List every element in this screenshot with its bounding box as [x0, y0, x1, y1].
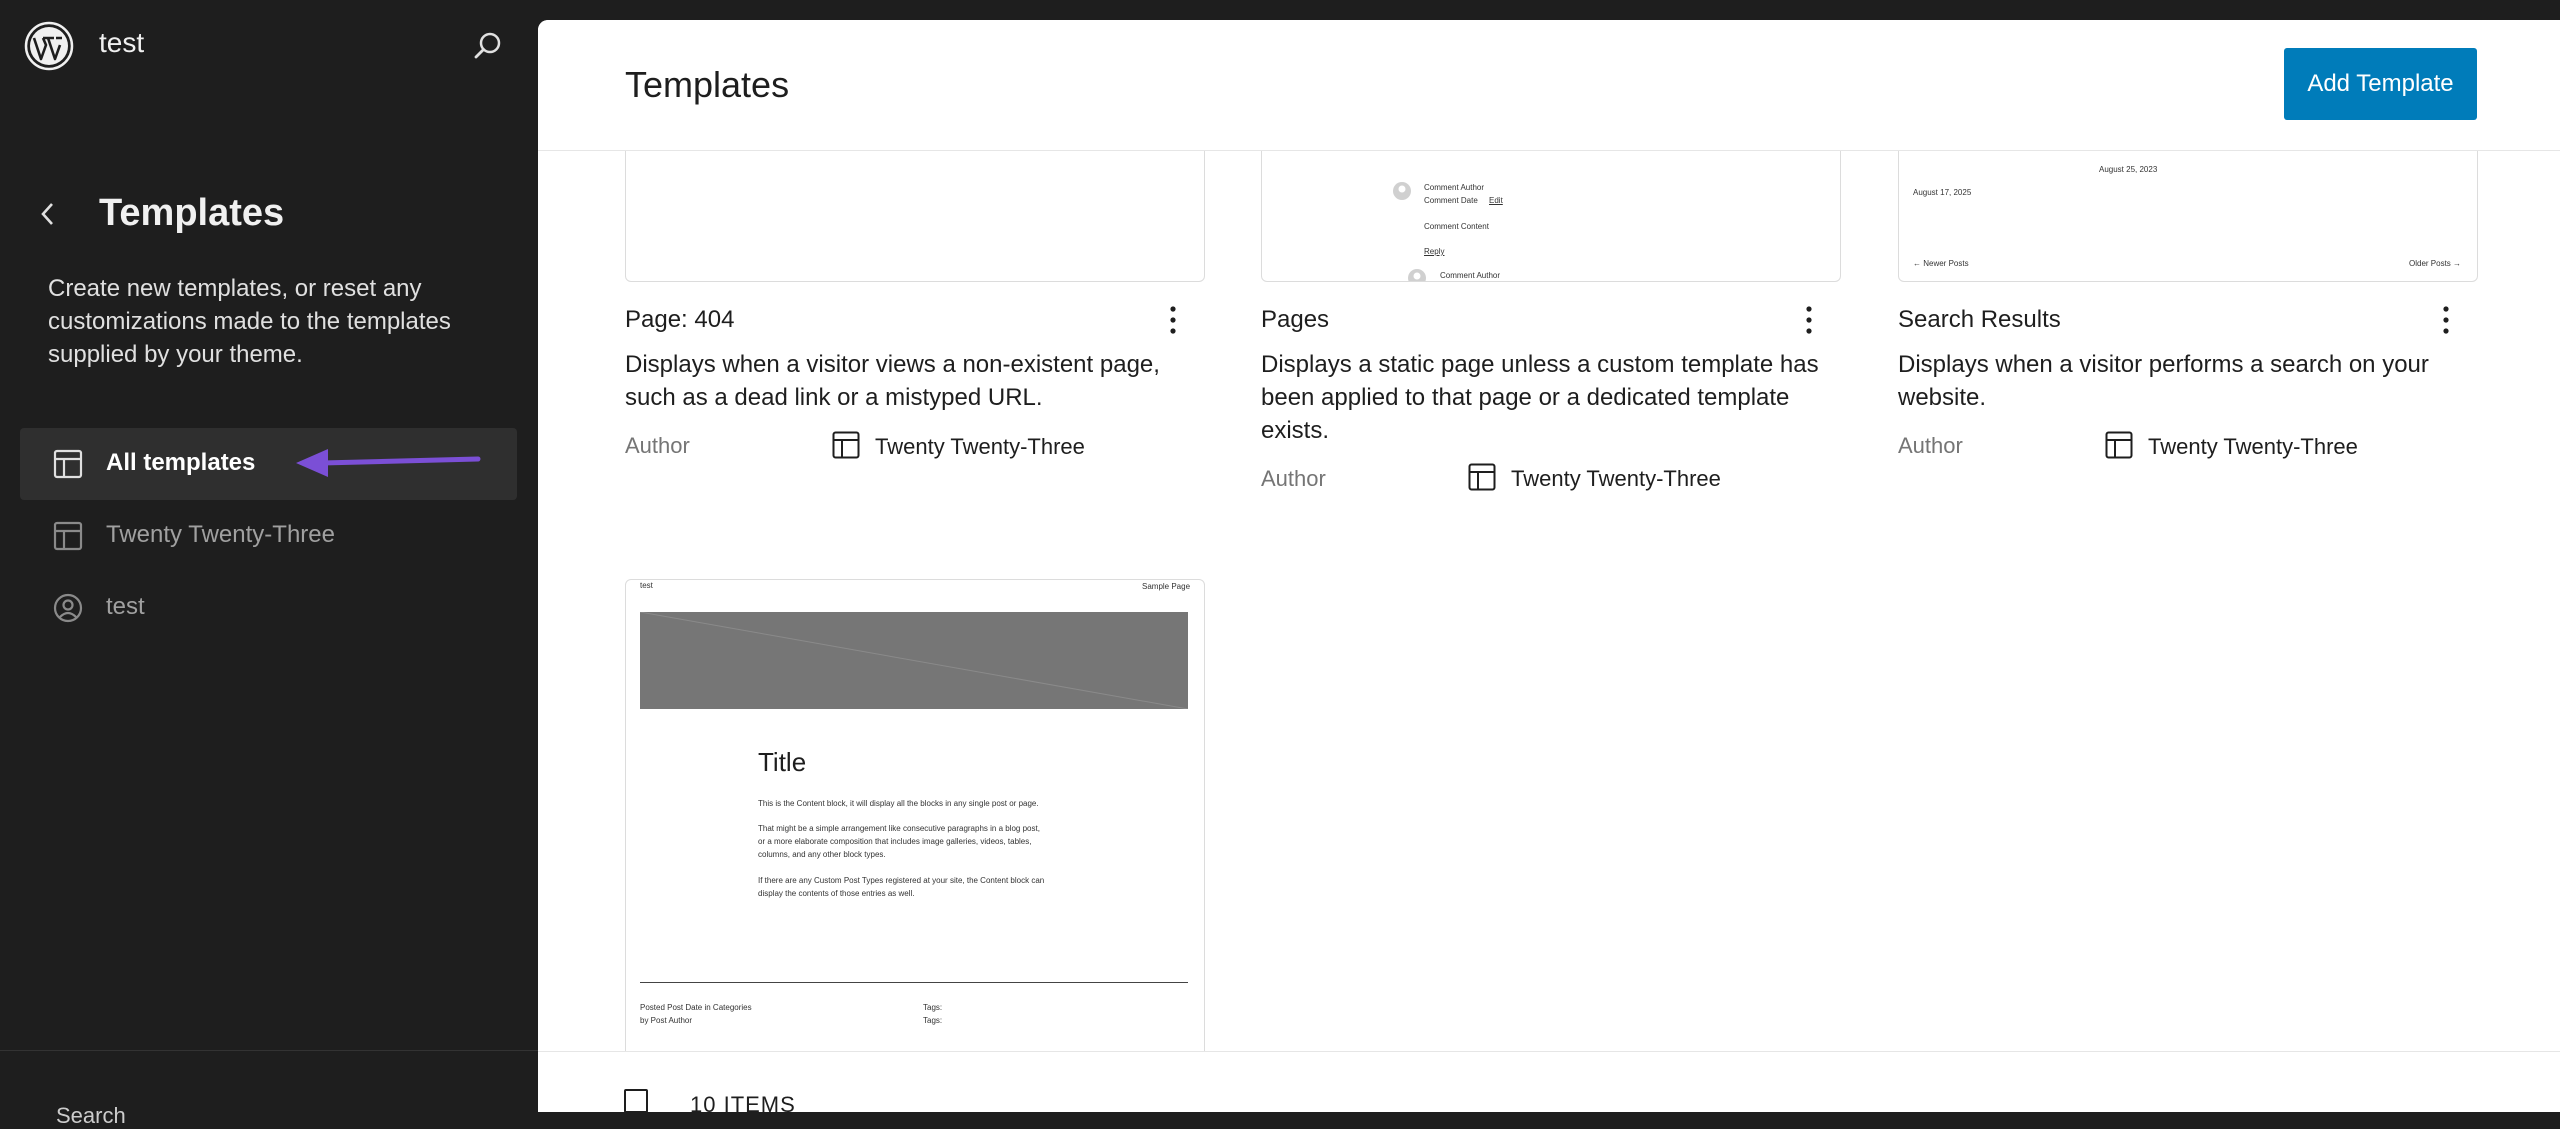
wordpress-logo-icon[interactable] [24, 21, 74, 71]
template-author-label: Author [1898, 433, 1963, 458]
preview-post-meta: Posted Post Date in Categories [640, 1003, 752, 1012]
sidebar-description: Create new templates, or reset any custo… [48, 275, 451, 368]
list-footer: 10 ITEMS [538, 1051, 2560, 1112]
site-name[interactable]: test [99, 27, 144, 59]
chevron-left-icon[interactable] [34, 196, 62, 232]
template-description: Displays a static page unless a custom t… [1261, 351, 1819, 444]
layout-icon [832, 431, 860, 459]
annotation-arrow-icon [296, 449, 481, 477]
preview-paragraph: display the contents of those entries as… [758, 889, 915, 898]
sidebar: test Templates Create new templates, or … [0, 0, 538, 1128]
template-author-label: Author [1261, 466, 1326, 491]
sidebar-item-test[interactable]: test [20, 572, 517, 644]
preview-separator [640, 982, 1188, 983]
preview-paragraph: That might be a simple arrangement like … [758, 824, 1040, 833]
template-author-label: Author [625, 433, 690, 458]
layout-icon [53, 449, 83, 479]
template-theme: Twenty Twenty-Three [2148, 434, 2358, 459]
preview-paragraph: or a more elaborate composition that inc… [758, 837, 1032, 846]
featured-image-placeholder [640, 612, 1188, 709]
preview-tags: Tags: [923, 1016, 943, 1025]
sidebar-item-label: Twenty Twenty-Three [106, 521, 335, 548]
template-description: Displays when a visitor performs a searc… [1898, 351, 2429, 411]
template-title[interactable]: Page: 404 [625, 306, 734, 334]
preview-site-title: test [640, 581, 653, 590]
layout-icon [53, 521, 83, 551]
more-options-icon[interactable] [1163, 302, 1183, 338]
avatar-icon [1393, 182, 1411, 200]
template-title[interactable]: Search Results [1898, 306, 2061, 334]
sidebar-footer-search[interactable]: Search [56, 1103, 126, 1129]
avatar-icon [1408, 269, 1426, 281]
template-theme: Twenty Twenty-Three [875, 434, 1085, 459]
user-circle-icon [53, 593, 83, 623]
sidebar-item-twenty-twenty-three[interactable]: Twenty Twenty-Three [20, 500, 517, 572]
sidebar-item-label: All templates [106, 449, 256, 476]
main-panel: Templates Add Template Page: 404 Display… [538, 20, 2560, 1112]
preview-edit-link: Edit [1489, 196, 1503, 205]
page-header: Templates Add Template [538, 20, 2560, 151]
template-description: Displays when a visitor views a non-exis… [625, 351, 1160, 411]
layout-icon [2105, 431, 2133, 459]
preview-comment-content: Comment Content [1424, 222, 1489, 231]
preview-paragraph: If there are any Custom Post Types regis… [758, 876, 1045, 885]
preview-comment-author: Comment Author [1424, 183, 1485, 192]
add-template-button[interactable]: Add Template [2284, 48, 2477, 120]
page-title: Templates [625, 64, 790, 105]
sidebar-title: Templates [99, 192, 285, 234]
template-theme: Twenty Twenty-Three [1511, 466, 1721, 491]
more-options-icon[interactable] [1799, 302, 1819, 338]
search-icon[interactable] [470, 28, 506, 64]
preview-comment-author-2: Comment Author [1440, 271, 1501, 280]
select-all-checkbox[interactable] [624, 1089, 648, 1112]
preview-post-meta: by Post Author [640, 1016, 693, 1025]
preview-older-posts: Older Posts → [2409, 259, 2462, 268]
preview-date-2: August 17, 2025 [1913, 188, 1972, 197]
preview-post-title: Title [758, 747, 807, 777]
preview-paragraph: columns, and any other block types. [758, 850, 886, 859]
preview-comment-date: Comment Date [1424, 196, 1478, 205]
preview-nav-link: Sample Page [1142, 582, 1191, 591]
preview-tags: Tags: [923, 1003, 943, 1012]
template-preview[interactable]: test Sample Page Title This is the Conte… [625, 579, 1205, 1061]
preview-date-1: August 25, 2023 [2099, 165, 2158, 174]
preview-paragraph: This is the Content block, it will displ… [758, 799, 1039, 808]
preview-newer-posts: ← Newer Posts [1913, 259, 1969, 268]
more-options-icon[interactable] [2436, 302, 2456, 338]
preview-reply-link: Reply [1424, 247, 1445, 256]
items-count: 10 ITEMS [690, 1092, 796, 1112]
sidebar-item-label: test [106, 593, 145, 620]
sidebar-divider [0, 1050, 538, 1051]
template-title[interactable]: Pages [1261, 306, 1329, 334]
layout-icon [1468, 463, 1496, 491]
